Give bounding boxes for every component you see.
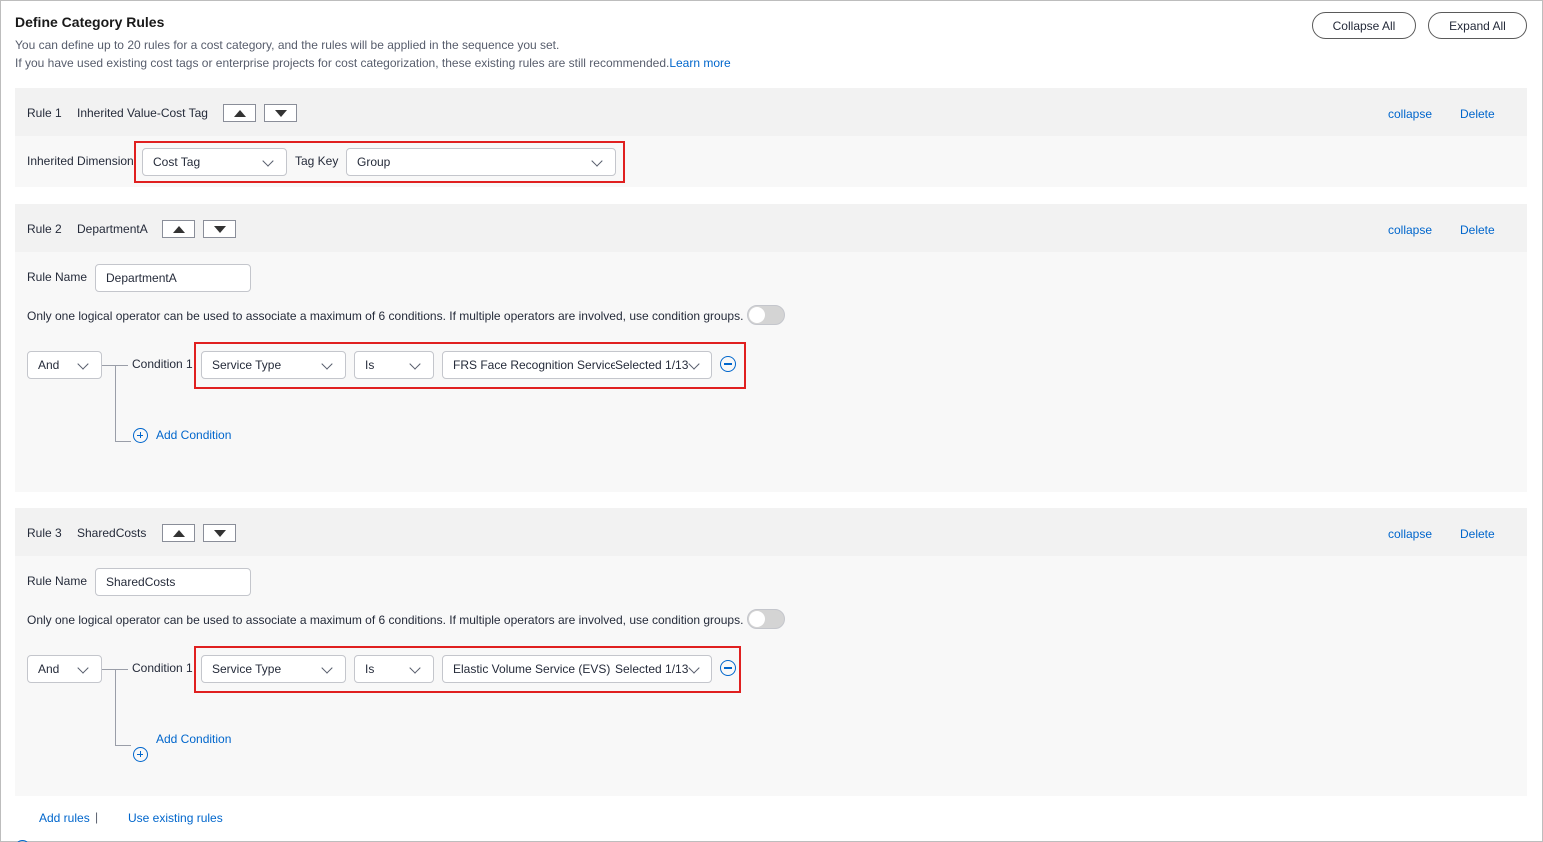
rule-2-add-condition-icon[interactable] (133, 428, 148, 443)
use-existing-rules-link[interactable]: Use existing rules (128, 811, 223, 825)
rule-2-add-condition-link[interactable]: Add Condition (156, 428, 231, 442)
rule-3-value-text: Elastic Volume Service (EVS) (453, 662, 611, 676)
tag-key-select[interactable]: Group (346, 148, 616, 176)
chevron-down-icon (409, 358, 421, 370)
toggle-knob (749, 307, 765, 323)
rule-3-selected-count: Selected 1/13 (615, 662, 689, 676)
rule-2-logic-select[interactable]: And (27, 351, 102, 379)
chevron-down-icon (409, 662, 421, 674)
rule-2-header (15, 204, 1527, 252)
expand-all-button[interactable]: Expand All (1428, 12, 1527, 39)
rule-1-name: Inherited Value-Cost Tag (77, 106, 208, 120)
rule-2-value-multiselect[interactable]: FRS Face Recognition Service Selected 1/1… (442, 351, 712, 379)
chevron-down-icon (321, 358, 333, 370)
rule-1-move-down-button[interactable] (264, 104, 297, 122)
rule-2-selected-count: Selected 1/13 (615, 358, 689, 372)
toggle-knob (749, 611, 765, 627)
rule-1-label: Rule 1 (27, 106, 62, 120)
rule-2-operator-select[interactable]: Is (354, 351, 434, 379)
rule-3-operator-select[interactable]: Is (354, 655, 434, 683)
learn-more-link[interactable]: Learn more (669, 56, 730, 70)
rule-3-condition-label: Condition 1 (132, 661, 193, 675)
rule-3-name: SharedCosts (77, 526, 147, 540)
description-text: If you have used existing cost tags or e… (15, 56, 670, 70)
rule-3-move-down-button[interactable] (203, 524, 236, 542)
triangle-down-icon (213, 225, 226, 233)
tree-connector (115, 365, 116, 442)
rule-3-value-multiselect[interactable]: Elastic Volume Service (EVS) Selected 1/1… (442, 655, 712, 683)
rule-2-operator-value: Is (365, 358, 375, 372)
rule-1-collapse-link[interactable]: collapse (1388, 107, 1432, 121)
rule-3-label: Rule 3 (27, 526, 62, 540)
rule-2-operator-note: Only one logical operator can be used to… (27, 309, 744, 323)
rule-2-value-text: FRS Face Recognition Service (453, 358, 615, 372)
rule-2-rule-name-label: Rule Name (27, 270, 88, 284)
rule-3-collapse-link[interactable]: collapse (1388, 527, 1432, 541)
rule-2-logic-value: And (38, 358, 60, 372)
rule-3-logic-select[interactable]: And (27, 655, 102, 683)
rule-3-condition-groups-toggle[interactable] (747, 609, 785, 629)
rule-2-condition-groups-toggle[interactable] (747, 305, 785, 325)
triangle-down-icon (213, 529, 226, 537)
rule-2-move-up-button[interactable] (162, 220, 195, 238)
rule-2-remove-condition-icon[interactable] (720, 356, 736, 372)
rule-3-delete-link[interactable]: Delete (1460, 527, 1495, 541)
rule-3-field-value: Service Type (212, 662, 282, 676)
inherited-dimension-label: Inherited Dimension (27, 154, 134, 168)
triangle-up-icon (172, 225, 185, 233)
rule-1-move-up-button[interactable] (223, 104, 256, 122)
footer-separator: | (95, 810, 99, 824)
rule-2-field-select[interactable]: Service Type (201, 351, 346, 379)
inherited-dimension-value: Cost Tag (153, 155, 201, 169)
rule-3-remove-condition-icon[interactable] (720, 660, 736, 676)
rule-3-operator-note: Only one logical operator can be used to… (27, 613, 744, 627)
chevron-down-icon (77, 358, 89, 370)
tree-connector (115, 745, 131, 746)
rule-3-header (15, 508, 1527, 556)
triangle-down-icon (274, 109, 287, 117)
rule-3-add-condition-link[interactable]: Add Condition (156, 732, 231, 746)
chevron-down-icon (77, 662, 89, 674)
chevron-down-icon (591, 155, 603, 167)
rule-2-collapse-link[interactable]: collapse (1388, 223, 1432, 237)
page-title: Define Category Rules (15, 14, 165, 30)
rule-2-name: DepartmentA (77, 222, 148, 236)
rule-3-move-up-button[interactable] (162, 524, 195, 542)
rule-3-add-condition-icon[interactable] (133, 747, 148, 762)
triangle-up-icon (233, 109, 246, 117)
tag-key-value: Group (357, 155, 391, 169)
tag-key-label: Tag Key (295, 154, 339, 168)
rule-2-label: Rule 2 (27, 222, 62, 236)
collapse-all-button[interactable]: Collapse All (1312, 12, 1416, 39)
tree-connector (115, 441, 131, 442)
tree-connector (115, 669, 116, 746)
chevron-down-icon (688, 358, 701, 370)
add-rules-link[interactable]: Add rules (39, 811, 90, 825)
inherited-dimension-select[interactable]: Cost Tag (142, 148, 287, 176)
rule-3-operator-value: Is (365, 662, 375, 676)
rule-2-delete-link[interactable]: Delete (1460, 223, 1495, 237)
rule-2-field-value: Service Type (212, 358, 282, 372)
rule-2-move-down-button[interactable] (203, 220, 236, 238)
description-line-2: If you have used existing cost tags or e… (15, 56, 731, 70)
chevron-down-icon (688, 662, 701, 674)
rule-2-condition-label: Condition 1 (132, 357, 193, 371)
rule-3-rule-name-input[interactable] (95, 568, 251, 596)
rule-3-logic-value: And (38, 662, 60, 676)
chevron-down-icon (321, 662, 333, 674)
rule-1-delete-link[interactable]: Delete (1460, 107, 1495, 121)
rule-3-rule-name-label: Rule Name (27, 574, 88, 588)
description-line-1: You can define up to 20 rules for a cost… (15, 38, 560, 52)
chevron-down-icon (262, 155, 274, 167)
rule-2-rule-name-input[interactable] (95, 264, 251, 292)
triangle-up-icon (172, 529, 185, 537)
rule-3-field-select[interactable]: Service Type (201, 655, 346, 683)
